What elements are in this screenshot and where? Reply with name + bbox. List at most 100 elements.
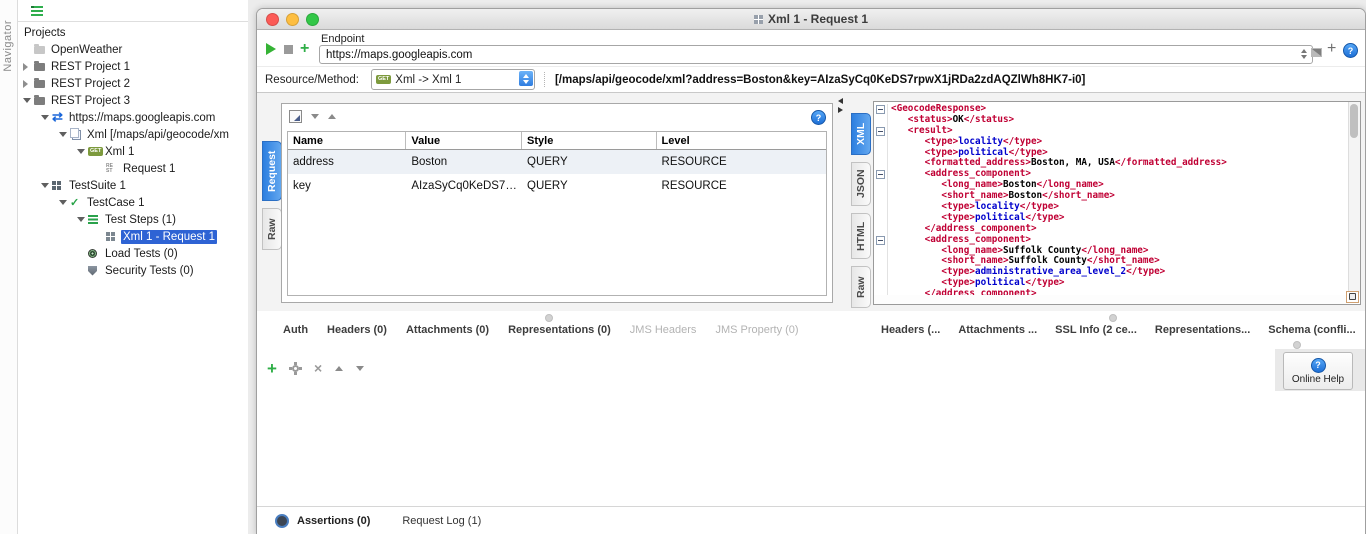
param-col-name[interactable]: Name: [288, 132, 406, 149]
fold-toggle-icon[interactable]: [876, 236, 885, 245]
tree-item-testcase-1[interactable]: TestCase 1: [18, 194, 248, 211]
fold-toggle-icon[interactable]: [876, 127, 885, 136]
xml-content[interactable]: <GeocodeResponse> <status>OK</status> <r…: [874, 104, 1348, 304]
fold-gutter: [874, 224, 888, 235]
response-tab-html[interactable]: HTML: [851, 213, 871, 259]
disclosure-expanded-icon[interactable]: [77, 149, 88, 154]
collapse-right-icon[interactable]: [838, 107, 843, 113]
cancel-request-button[interactable]: [284, 45, 293, 54]
minimize-window-button[interactable]: [286, 13, 299, 26]
tree-item-label: TestSuite 1: [67, 179, 128, 193]
param-col-value[interactable]: Value: [406, 132, 522, 149]
tree-item-xml-1-request-1[interactable]: Xml 1 - Request 1: [18, 228, 248, 245]
response-tab-xml[interactable]: XML: [851, 113, 871, 155]
inspector-tab-headers-0[interactable]: Headers (0): [327, 324, 387, 336]
tree-item-load-tests-0[interactable]: Load Tests (0): [18, 245, 248, 262]
tree-item-request-1[interactable]: Request 1: [18, 160, 248, 177]
param-col-style[interactable]: Style: [522, 132, 657, 149]
scrollbar-thumb[interactable]: [1350, 104, 1358, 138]
param-cell: QUERY: [522, 174, 657, 198]
disclosure-expanded-icon[interactable]: [59, 132, 70, 137]
inspector-tab-representations[interactable]: Representations...: [1155, 324, 1250, 336]
tree-item-rest-project-1[interactable]: REST Project 1: [18, 58, 248, 75]
inspector-tab-representations-0[interactable]: Representations (0): [508, 324, 611, 336]
param-options-icon[interactable]: [289, 110, 302, 123]
response-xml-editor[interactable]: <GeocodeResponse> <status>OK</status> <r…: [873, 101, 1361, 305]
window-titlebar[interactable]: Xml 1 - Request 1: [257, 9, 1365, 30]
inspector-tab-auth[interactable]: Auth: [283, 324, 308, 336]
add-request-button[interactable]: +: [300, 43, 309, 55]
xml-text: OK: [953, 115, 964, 126]
response-tab-raw[interactable]: Raw: [851, 266, 871, 308]
tree-item-xml-1[interactable]: Xml 1: [18, 143, 248, 160]
disclosure-expanded-icon[interactable]: [41, 183, 52, 188]
resource-method-select[interactable]: Xml -> Xml 1: [371, 69, 535, 90]
endpoint-dropdown-stepper[interactable]: [1301, 49, 1307, 59]
editor-corner-icon[interactable]: [1346, 291, 1359, 303]
zoom-window-button[interactable]: [306, 13, 319, 26]
inspector-tab-attachments-0[interactable]: Attachments (0): [406, 324, 489, 336]
move-param-down-button[interactable]: [311, 114, 319, 119]
inspector-tab-ssl-info-2-ce[interactable]: SSL Info (2 ce...: [1055, 324, 1137, 336]
online-help-button[interactable]: ? Online Help: [1283, 352, 1353, 390]
response-tab-json[interactable]: JSON: [851, 162, 871, 206]
move-down-button[interactable]: [356, 366, 364, 371]
tree-item-label: Xml [/maps/api/geocode/xm: [85, 128, 231, 142]
configure-assertion-button[interactable]: [290, 363, 301, 374]
tree-item-rest-project-2[interactable]: REST Project 2: [18, 75, 248, 92]
fold-toggle-icon[interactable]: [876, 170, 885, 179]
tree-item-testsuite-1[interactable]: TestSuite 1: [18, 177, 248, 194]
fold-toggle-icon[interactable]: [876, 105, 885, 114]
panel-splitter[interactable]: [834, 93, 848, 311]
close-window-button[interactable]: [266, 13, 279, 26]
help-zone: ? Online Help: [1275, 349, 1365, 391]
xml-text: locality: [958, 137, 1003, 148]
assertions-icon: [275, 514, 289, 528]
folder-light-icon: [34, 46, 45, 54]
move-up-button[interactable]: [335, 366, 343, 371]
disclosure-expanded-icon[interactable]: [41, 115, 52, 120]
navigator-toolbar: [18, 0, 248, 22]
tree-item-test-steps-1[interactable]: Test Steps (1): [18, 211, 248, 228]
request-side-tabs: Request Raw: [262, 141, 281, 250]
collapse-left-icon[interactable]: [838, 98, 843, 104]
remove-assertion-button[interactable]: ×: [314, 363, 322, 374]
move-param-up-button[interactable]: [328, 114, 336, 119]
editor-split-area: Request Raw ? NameValueStyleLevel address…: [257, 93, 1365, 311]
inspector-tab-attachments[interactable]: Attachments ...: [958, 324, 1037, 336]
folder-icon: [34, 80, 45, 88]
editor-scrollbar[interactable]: [1348, 102, 1360, 293]
tree-item-openweather[interactable]: OpenWeather: [18, 41, 248, 58]
disclosure-collapsed-icon[interactable]: [23, 63, 34, 71]
tree-item-https-maps-googleapis-com[interactable]: https://maps.googleapis.com: [18, 109, 248, 126]
submit-request-button[interactable]: [266, 43, 276, 55]
request-tab-request[interactable]: Request: [262, 141, 282, 201]
tree-item-xml-maps-api-geocode-xm[interactable]: Xml [/maps/api/geocode/xm: [18, 126, 248, 143]
endpoint-input[interactable]: https://maps.googleapis.com: [319, 45, 1313, 64]
disclosure-expanded-icon[interactable]: [59, 200, 70, 205]
add-icon[interactable]: +: [1327, 43, 1336, 55]
tree-item-label: REST Project 2: [49, 77, 132, 91]
disclosure-expanded-icon[interactable]: [77, 217, 88, 222]
param-row-key[interactable]: keyAIzaSyCq0KeDS7rpwX1...QUERYRESOURCE: [288, 174, 826, 198]
tree-item-projects[interactable]: Projects: [18, 24, 248, 41]
tree-item-rest-project-3[interactable]: REST Project 3: [18, 92, 248, 109]
disclosure-expanded-icon[interactable]: [23, 98, 34, 103]
tab-assertions[interactable]: Assertions (0): [297, 515, 370, 527]
endpoint-label: Endpoint: [321, 33, 364, 45]
tab-request-log[interactable]: Request Log (1): [402, 515, 481, 527]
disclosure-collapsed-icon[interactable]: [23, 80, 34, 88]
tree-view-icon[interactable]: [31, 6, 43, 16]
param-col-level[interactable]: Level: [657, 132, 826, 149]
param-row-address[interactable]: addressBostonQUERYRESOURCE: [288, 150, 826, 174]
tree-item-security-tests-0[interactable]: Security Tests (0): [18, 262, 248, 279]
help-icon[interactable]: ?: [1343, 43, 1358, 58]
resource-pages-icon: [72, 130, 81, 140]
help-icon[interactable]: ?: [811, 110, 826, 125]
inspector-tab-schema-confli[interactable]: Schema (confli...: [1268, 324, 1355, 336]
inspector-tab-headers[interactable]: Headers (...: [881, 324, 940, 336]
add-assertion-button[interactable]: +: [267, 362, 277, 375]
tabbed-layout-icon[interactable]: [1311, 48, 1322, 57]
request-tab-raw[interactable]: Raw: [262, 208, 282, 250]
fold-gutter: [874, 267, 888, 278]
